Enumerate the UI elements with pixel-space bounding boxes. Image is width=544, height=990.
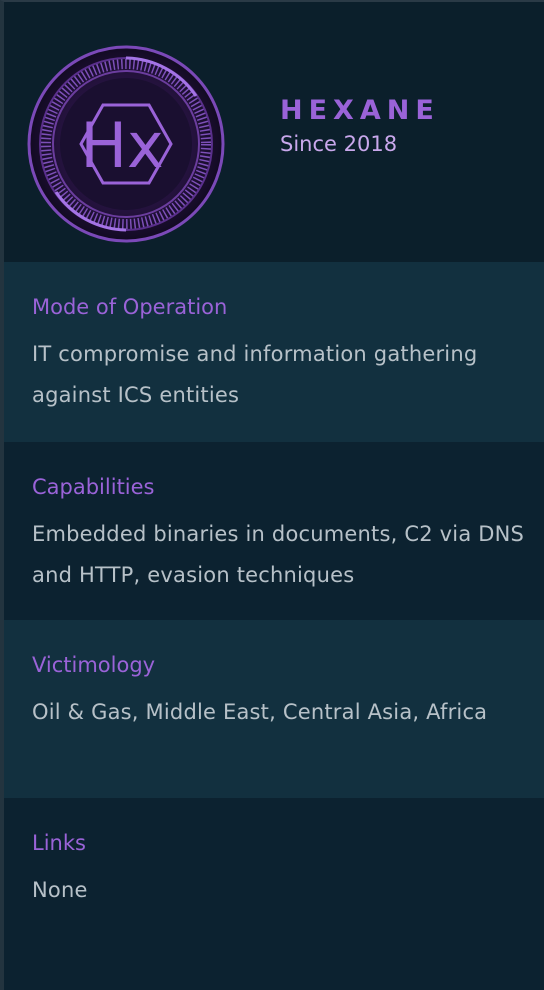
card-header: Hx HEXANE Since 2018 [4, 2, 544, 262]
hexane-logo-icon: Hx [27, 45, 225, 243]
logo-text: Hx [80, 109, 163, 182]
section-value: IT compromise and information gathering … [32, 342, 478, 407]
group-name: HEXANE [280, 95, 440, 126]
section-label: Links [32, 831, 86, 855]
section-label: Mode of Operation [32, 295, 228, 319]
section-victimology: Victimology Oil & Gas, Middle East, Cent… [4, 620, 544, 798]
section-label: Victimology [32, 653, 156, 677]
threat-group-card: Hx HEXANE Since 2018 Mode of Operation I… [0, 0, 544, 990]
section-value: None [32, 878, 88, 902]
since-date: Since 2018 [280, 132, 398, 156]
section-value: Embedded binaries in documents, C2 via D… [32, 522, 525, 587]
section-capabilities: Capabilities Embedded binaries in docume… [4, 442, 544, 620]
title-block: HEXANE Since 2018 [280, 94, 440, 158]
section-value: Oil & Gas, Middle East, Central Asia, Af… [32, 700, 488, 724]
section-mode-of-operation: Mode of Operation IT compromise and info… [4, 262, 544, 442]
section-links: Links None [4, 798, 544, 990]
section-label: Capabilities [32, 475, 155, 499]
